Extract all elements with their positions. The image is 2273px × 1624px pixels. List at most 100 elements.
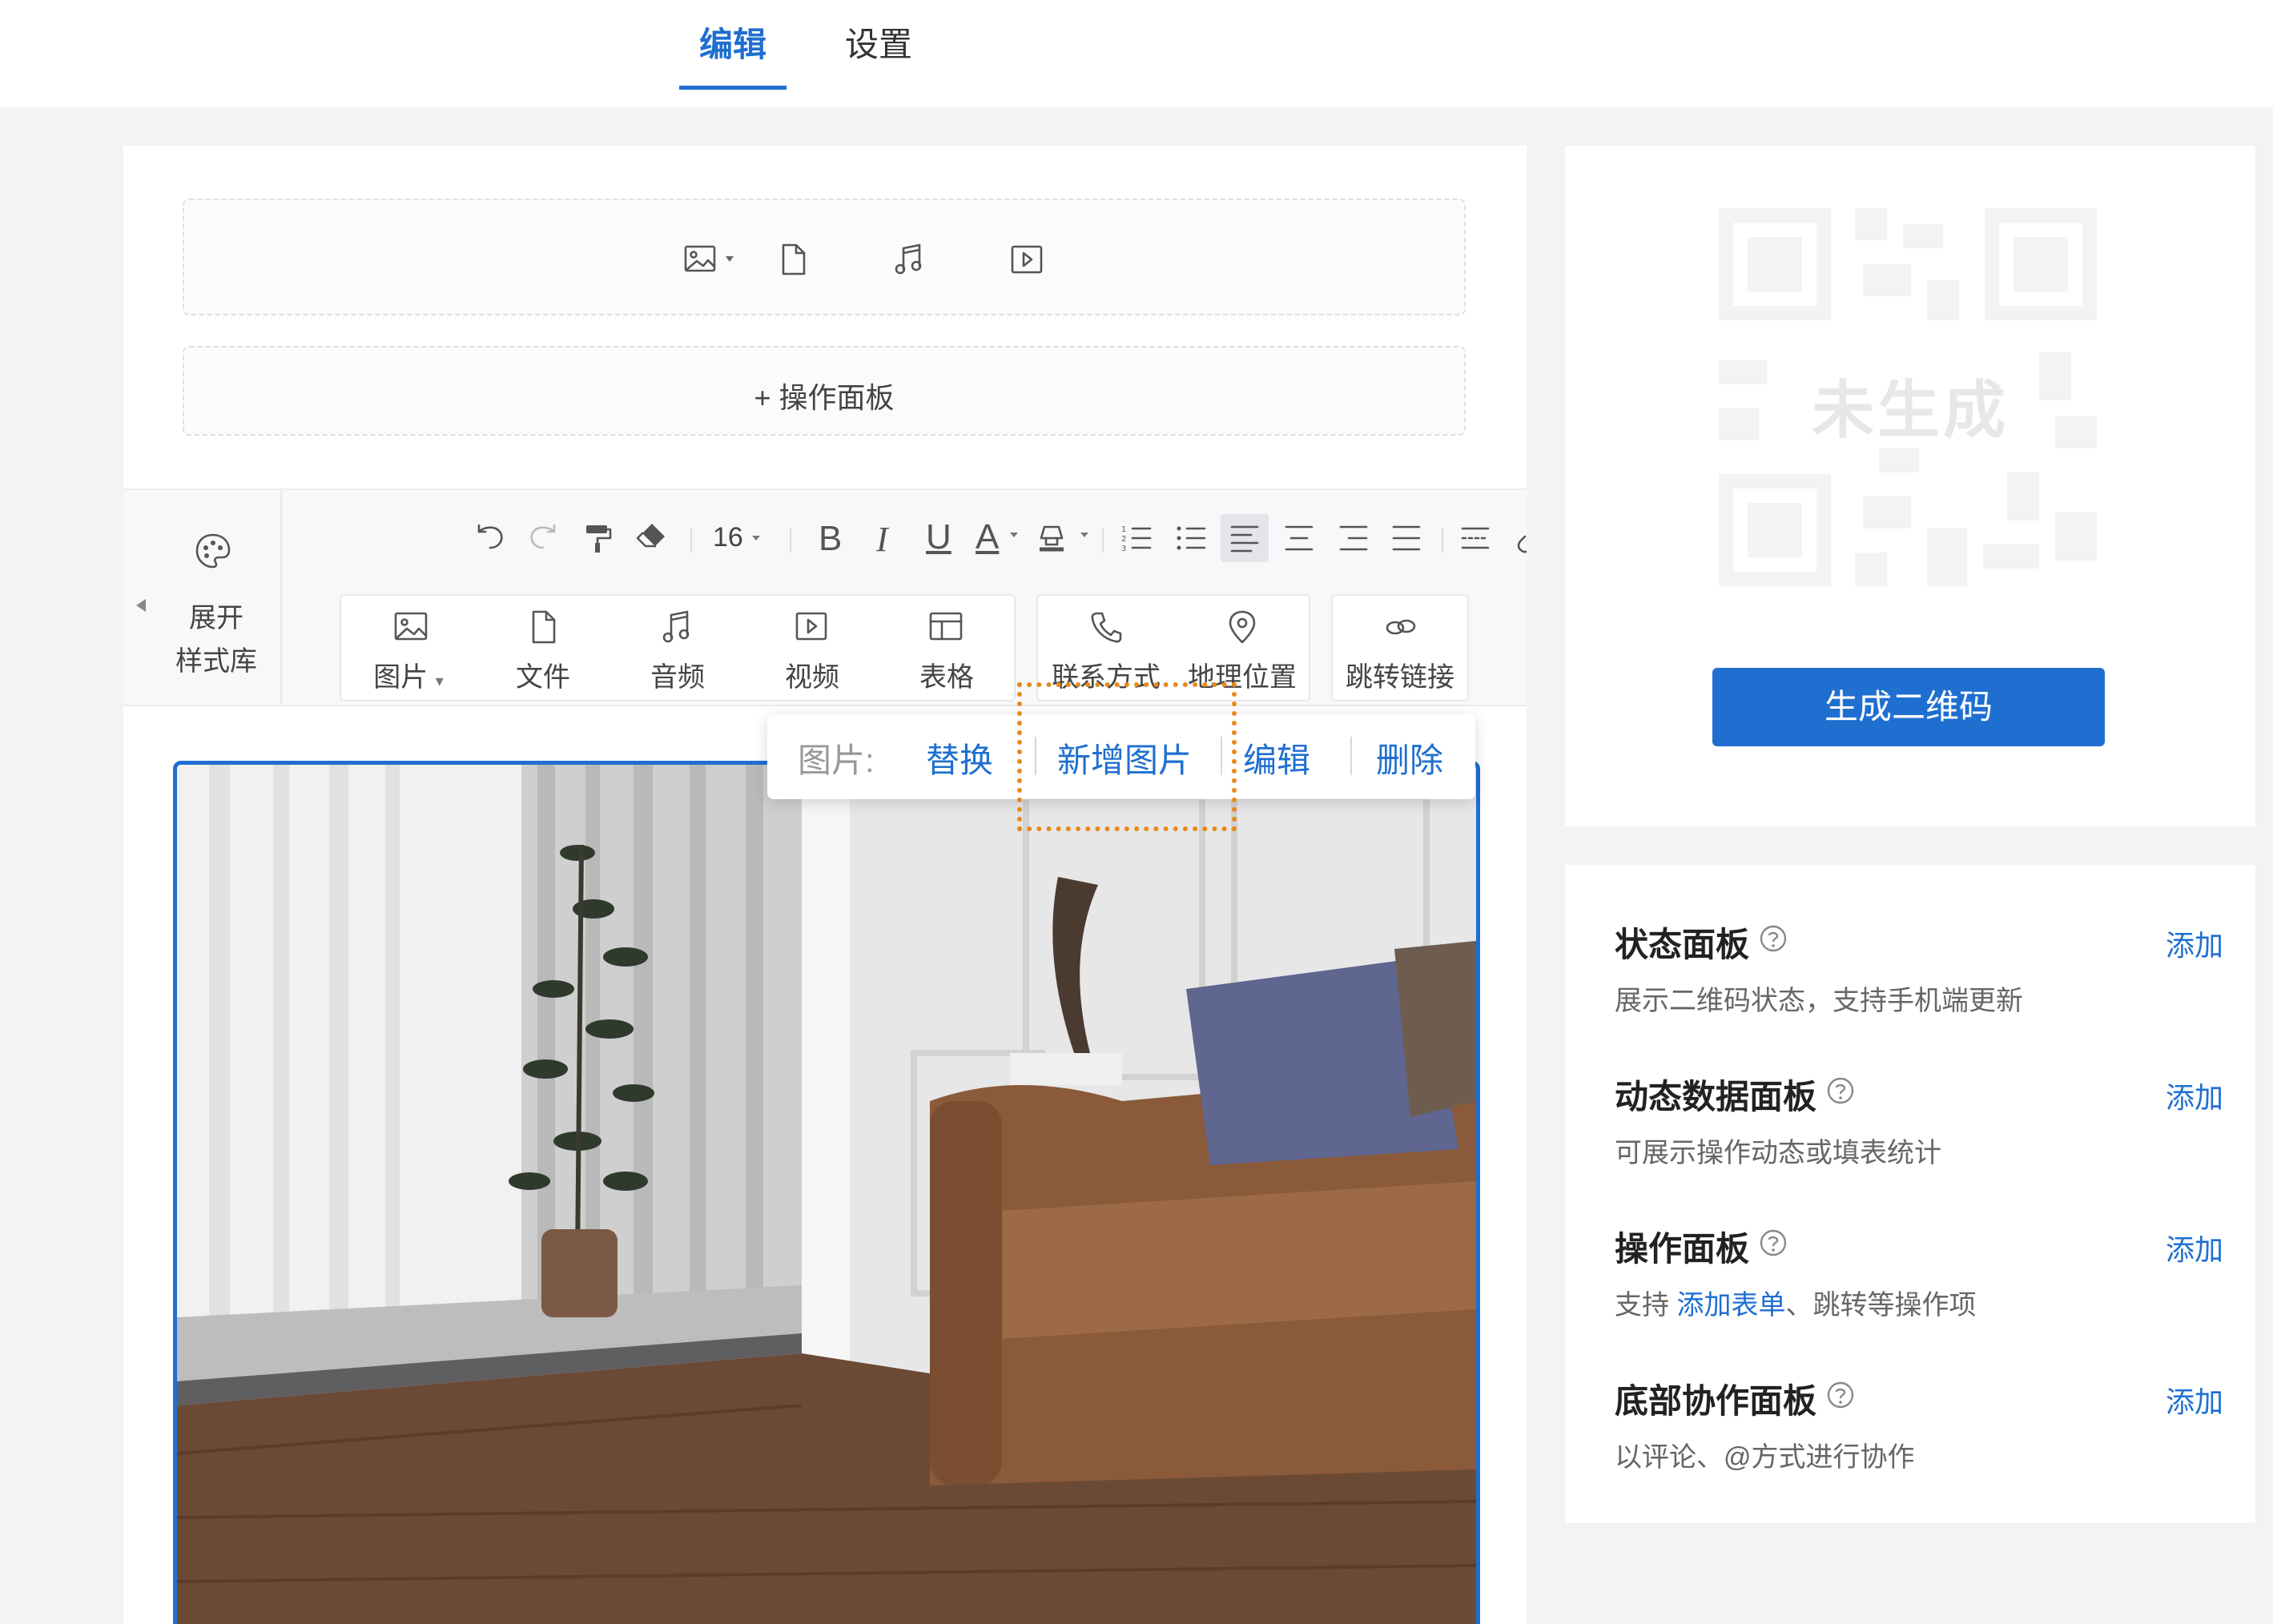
highlighter-icon [1040,525,1064,552]
svg-text:1: 1 [1121,525,1126,534]
status-panel-title: 状态面板 [1615,926,1750,963]
action-panel-title: 操作面板 [1615,1230,1750,1268]
paint-roller-icon [586,525,612,553]
help-icon[interactable] [1826,1381,1855,1409]
top-nav: 编辑 设置 [0,0,2273,107]
underline-glyph: U [926,517,951,557]
image-insert-button[interactable] [681,235,734,283]
music-note-icon [895,243,922,275]
dynamic-data-panel-item: 动态数据面板 添加 可展示操作动态或填表统计 [1615,1070,2223,1206]
insert-video-button[interactable]: 视频 [745,596,879,700]
caret-left-icon [136,599,146,612]
font-color-button[interactable]: A [968,514,1028,562]
toolbar-divider [1102,529,1104,553]
align-left-button[interactable] [1221,514,1269,562]
insert-media-group: 图片 ▾ 文件 音频 视频 表格 [340,594,1016,701]
svg-text:3: 3 [1121,545,1126,553]
tab-edit[interactable]: 编辑 [679,18,786,90]
add-action-panel-link[interactable]: 添加 [2166,1227,2223,1268]
bold-glyph: B [819,519,843,558]
image-icon [394,612,428,641]
editor-panel: + 操作面板 展开 样式库 16 B I U A 1 2 3 图片 ▾ 文件 音… [123,146,1527,1624]
qr-code-panel: 未生成 生成二维码 [1565,146,2255,826]
caret-down-icon [752,536,760,541]
video-play-icon [1011,245,1043,274]
highlight-annotation-box [1017,682,1237,831]
add-bottom-collab-panel-button[interactable]: 添加 [2166,1379,2223,1421]
action-panel-item: 操作面板 添加 支持 添加表单、跳转等操作项 [1615,1222,2223,1358]
location-pin-icon [1229,610,1256,644]
toolbar-divider [1442,529,1443,553]
add-dynamic-data-panel-button[interactable]: 添加 [2166,1075,2223,1116]
underline-button[interactable]: U [915,514,963,562]
insert-file-label: 文件 [516,662,570,693]
undo-button[interactable] [466,514,514,562]
ordered-list-icon: 1 2 3 [1121,525,1152,553]
italic-glyph: I [876,520,888,559]
bullet-list-button[interactable] [1168,514,1216,562]
qr-status-text: 未生成 [1811,375,2009,445]
format-painter-button[interactable] [573,514,622,562]
align-justify-button[interactable] [1382,514,1430,562]
media-insert-box [183,199,1466,316]
help-icon[interactable] [1759,1228,1788,1257]
edit-image-button[interactable]: 编辑 [1243,734,1310,782]
tab-settings[interactable]: 设置 [825,18,932,90]
undo-icon [477,524,503,549]
help-icon[interactable] [1826,1076,1855,1105]
bottom-collab-panel-desc: 以评论、@方式进行协作 [1615,1442,1915,1473]
align-center-button[interactable] [1275,514,1323,562]
table-icon [929,612,963,641]
insert-video-label: 视频 [785,662,839,693]
align-right-button[interactable] [1330,514,1378,562]
file-insert-button[interactable] [769,235,817,283]
delete-image-button[interactable]: 删除 [1376,734,1443,782]
font-color-glyph: A [976,517,1000,557]
add-action-panel-button[interactable]: + 操作面板 [183,346,1466,436]
bottom-collab-panel-title: 底部协作面板 [1615,1382,1817,1420]
replace-image-button[interactable]: 替换 [926,734,993,782]
popup-image-label: 图片: [798,742,875,779]
divider-line-button[interactable] [1451,514,1499,562]
italic-button[interactable]: I [862,514,910,562]
align-left-icon [1230,525,1259,553]
toolbar-divider [690,529,692,553]
clear-format-button[interactable] [628,514,676,562]
file-icon [782,243,806,275]
insert-file-button[interactable]: 文件 [476,596,610,700]
caret-down-icon [1010,533,1018,537]
video-insert-button[interactable] [1003,235,1051,283]
redo-icon [530,524,556,549]
generate-qr-button[interactable]: 生成二维码 [1712,668,2105,746]
status-panel-desc: 展示二维码状态，支持手机端更新 [1615,986,2023,1016]
redo-button[interactable] [519,514,567,562]
music-note-icon [662,610,690,643]
ordered-list-button[interactable]: 1 2 3 [1113,514,1161,562]
video-play-icon [795,612,827,641]
style-library-label-1: 展开 [189,603,243,633]
insert-image-button[interactable]: 图片 ▾ [341,596,476,700]
insert-image-label: 图片 ▾ [373,662,444,693]
link-button[interactable] [1506,514,1527,562]
horizontal-rule-icon [1461,527,1490,549]
insert-link-group: 跳转链接 [1331,594,1469,701]
link-icon [1517,535,1527,553]
svg-text:2: 2 [1121,535,1126,544]
highlight-color-button[interactable] [1030,514,1094,562]
add-form-link[interactable]: 添加表单 [1676,1290,1785,1321]
insert-jump-link-button[interactable]: 跳转链接 [1333,596,1467,700]
help-icon[interactable] [1759,924,1788,953]
insert-audio-button[interactable]: 音频 [610,596,745,700]
font-size-value: 16 [713,522,743,553]
insert-table-button[interactable]: 表格 [879,596,1014,700]
action-panel-desc: 支持 添加表单、跳转等操作项 [1615,1290,1977,1321]
selected-image[interactable] [173,761,1480,1624]
align-center-icon [1285,525,1314,551]
font-size-select[interactable]: 16 [710,514,774,562]
add-status-panel-button[interactable]: 添加 [2166,923,2223,964]
align-right-icon [1339,525,1368,551]
bold-button[interactable]: B [807,514,855,562]
audio-insert-button[interactable] [886,235,934,283]
style-library-toggle[interactable]: 展开 样式库 [123,490,282,705]
dynamic-data-panel-title: 动态数据面板 [1615,1078,1817,1115]
